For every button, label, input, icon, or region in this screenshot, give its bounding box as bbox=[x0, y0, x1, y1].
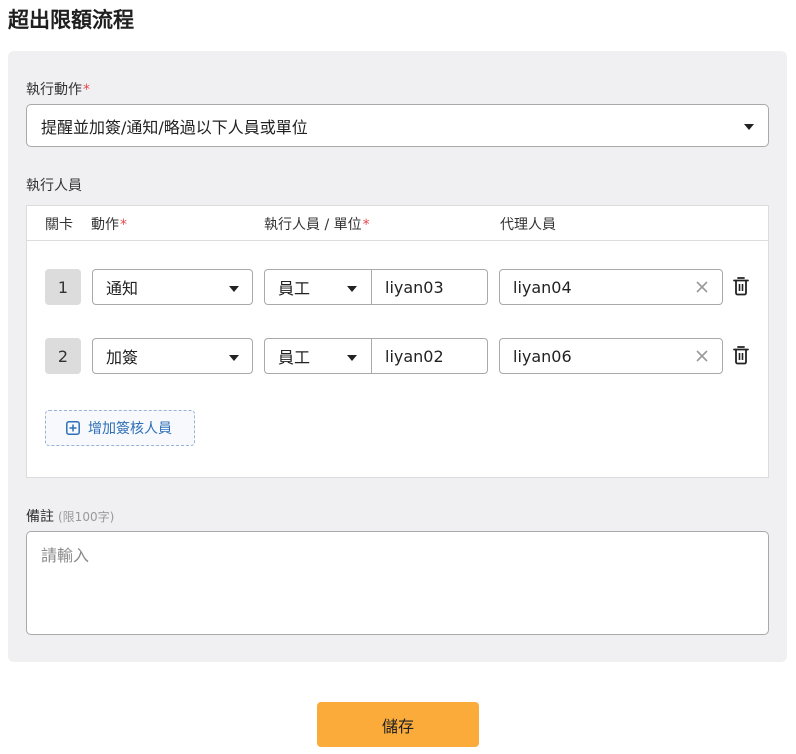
table-row: 2 加簽 員工 liyan02 liyan06 bbox=[27, 338, 768, 374]
required-mark: * bbox=[120, 217, 127, 233]
plus-square-icon bbox=[66, 421, 80, 435]
clear-icon[interactable] bbox=[694, 279, 710, 295]
column-header-action: 動作* bbox=[91, 214, 127, 234]
caret-down-icon bbox=[229, 286, 239, 292]
column-header-delegate: 代理人員 bbox=[500, 217, 556, 233]
action-dropdown[interactable]: 通知 bbox=[92, 269, 253, 305]
executors-table: 關卡 動作* 執行人員 / 單位* 代理人員 1 通知 員工 liyan03 l… bbox=[26, 205, 769, 478]
executor-input-value: liyan02 bbox=[385, 346, 444, 366]
executor-type-value: 員工 bbox=[278, 348, 311, 367]
column-header-executor: 執行人員 / 單位* bbox=[264, 214, 370, 234]
add-approver-label: 增加簽核人員 bbox=[88, 421, 172, 437]
action-dropdown-value: 加簽 bbox=[106, 348, 139, 367]
column-header-executor-text: 執行人員 / 單位 bbox=[264, 217, 362, 233]
executor-type-dropdown[interactable]: 員工 bbox=[264, 338, 372, 374]
executor-type-value: 員工 bbox=[278, 279, 311, 298]
delegate-input[interactable]: liyan04 bbox=[499, 269, 723, 305]
table-row: 1 通知 員工 liyan03 liyan04 bbox=[27, 269, 768, 305]
executors-label: 執行人員 bbox=[26, 178, 82, 194]
caret-down-icon bbox=[347, 355, 357, 361]
remark-textarea[interactable] bbox=[26, 531, 769, 635]
action-select-value: 提醒並加簽/通知/略過以下人員或單位 bbox=[41, 117, 308, 137]
clear-icon[interactable] bbox=[694, 348, 710, 364]
remark-hint: (限100字) bbox=[58, 510, 115, 524]
column-header-step: 關卡 bbox=[45, 217, 73, 233]
required-mark: * bbox=[83, 82, 90, 98]
action-dropdown[interactable]: 加簽 bbox=[92, 338, 253, 374]
executor-type-dropdown[interactable]: 員工 bbox=[264, 269, 372, 305]
save-button[interactable]: 儲存 bbox=[317, 702, 479, 747]
table-header: 關卡 動作* 執行人員 / 單位* 代理人員 bbox=[27, 206, 768, 241]
caret-down-icon bbox=[229, 355, 239, 361]
remark-field-label: 備註 (限100字) bbox=[26, 506, 114, 526]
action-field-label: 執行動作* bbox=[26, 79, 90, 99]
add-approver-button[interactable]: 增加簽核人員 bbox=[45, 410, 195, 446]
caret-down-icon bbox=[744, 124, 754, 130]
form-panel: 執行動作* 提醒並加簽/通知/略過以下人員或單位 執行人員 關卡 動作* 執行人… bbox=[8, 51, 787, 662]
executor-input[interactable]: liyan02 bbox=[371, 338, 488, 374]
delegate-input-value: liyan06 bbox=[513, 346, 572, 366]
step-badge: 1 bbox=[45, 269, 81, 305]
executor-input-value: liyan03 bbox=[385, 277, 444, 297]
action-select[interactable]: 提醒並加簽/通知/略過以下人員或單位 bbox=[26, 104, 769, 147]
trash-icon[interactable] bbox=[732, 276, 750, 296]
remark-label-text: 備註 bbox=[26, 509, 54, 525]
caret-down-icon bbox=[347, 286, 357, 292]
page-title: 超出限額流程 bbox=[8, 8, 134, 32]
action-dropdown-value: 通知 bbox=[106, 279, 139, 298]
required-mark: * bbox=[362, 217, 370, 233]
executor-input[interactable]: liyan03 bbox=[371, 269, 488, 305]
action-label-text: 執行動作 bbox=[26, 82, 82, 98]
trash-icon[interactable] bbox=[732, 345, 750, 365]
step-badge: 2 bbox=[45, 338, 81, 374]
delegate-input[interactable]: liyan06 bbox=[499, 338, 723, 374]
column-header-action-text: 動作 bbox=[91, 217, 119, 233]
delegate-input-value: liyan04 bbox=[513, 277, 572, 297]
